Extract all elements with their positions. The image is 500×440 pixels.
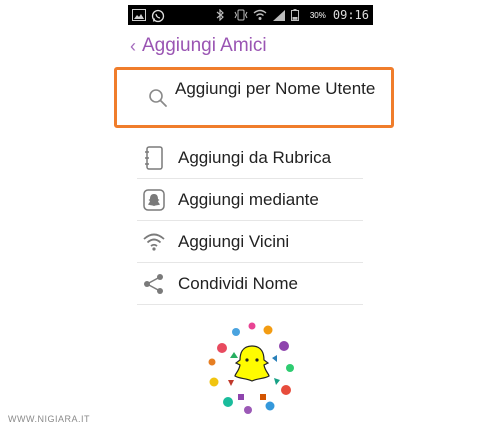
add-from-contacts-item[interactable]: Aggiungi da Rubrica (137, 137, 363, 179)
status-left (132, 9, 165, 23)
add-nearby-item[interactable]: Aggiungi Vicini (137, 221, 363, 263)
wifi-nearby-icon (142, 230, 166, 254)
status-bar: 30% 09:16 (128, 5, 373, 25)
battery-percent: 30% (309, 10, 326, 20)
bluetooth-icon (215, 8, 229, 22)
add-via-snapcode-label: Aggiungi mediante (178, 189, 319, 209)
address-book-icon (142, 145, 166, 170)
signal-icon (272, 9, 286, 21)
share-username-label: Condividi Nome (178, 273, 298, 293)
search-icon (147, 87, 169, 114)
add-by-username-label: Aggiungi per Nome Utente (175, 79, 376, 98)
battery-icon (290, 9, 305, 21)
watermark: WWW.NIGIARA.IT (8, 414, 90, 424)
share-username-item[interactable]: Condividi Nome (137, 263, 363, 305)
add-nearby-label: Aggiungi Vicini (178, 231, 290, 251)
status-right: 30% 09:16 (215, 8, 369, 22)
status-time: 09:16 (332, 8, 369, 22)
highlight-box: Aggiungi per Nome Utente (114, 67, 394, 128)
add-by-username-item[interactable]: Aggiungi per Nome Utente (117, 70, 391, 125)
share-icon (142, 272, 166, 296)
ghost-sticker-illustration (202, 318, 302, 418)
vibrate-icon (234, 9, 248, 21)
whatsapp-icon (151, 9, 165, 23)
back-chevron-icon: ‹ (130, 36, 136, 56)
image-icon (132, 9, 146, 21)
add-via-snapcode-item[interactable]: Aggiungi mediante (137, 179, 363, 221)
page-title: Aggiungi Amici (142, 35, 267, 56)
add-from-contacts-label: Aggiungi da Rubrica (178, 147, 332, 167)
snapcode-ghost-icon (142, 188, 166, 212)
back-button[interactable]: ‹ Aggiungi Amici (130, 34, 267, 58)
wifi-icon (253, 9, 267, 21)
